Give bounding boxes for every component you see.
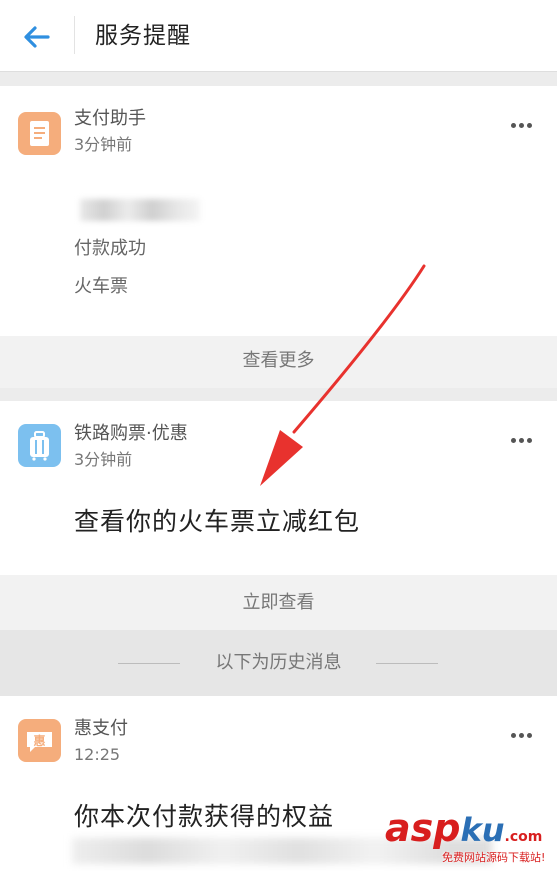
message-time: 12:25 xyxy=(74,745,121,764)
message-time: 3分钟前 xyxy=(74,135,133,154)
svg-text:惠: 惠 xyxy=(33,733,45,748)
page-title: 服务提醒 xyxy=(95,23,191,49)
detail-line: 付款成功 xyxy=(74,238,146,259)
blurred-amount xyxy=(80,199,200,221)
detail-line: 火车票 xyxy=(74,276,128,297)
more-options-icon[interactable] xyxy=(511,438,533,444)
hui-pay-icon: 惠 xyxy=(18,719,61,762)
view-now-button[interactable]: 立即查看 xyxy=(0,575,557,630)
app-name: 惠支付 xyxy=(74,718,128,739)
more-options-icon[interactable] xyxy=(511,733,533,739)
watermark-tagline: 免费网站源码下载站! xyxy=(442,851,546,864)
document-icon xyxy=(18,112,61,155)
message-title: 你本次付款获得的权益 xyxy=(74,802,335,831)
history-divider: 以下为历史消息 xyxy=(0,630,557,696)
more-options-icon[interactable] xyxy=(511,123,533,129)
luggage-icon xyxy=(18,424,61,467)
app-name: 支付助手 xyxy=(74,108,146,129)
divider-line xyxy=(376,663,438,664)
message-card-payment-assistant[interactable]: 支付助手 3分钟前 付款成功 火车票 查看更多 xyxy=(0,86,557,388)
top-bar: 服务提醒 xyxy=(0,0,557,72)
view-more-button[interactable]: 查看更多 xyxy=(0,336,557,388)
message-title: 查看你的火车票立减红包 xyxy=(74,507,361,536)
message-time: 3分钟前 xyxy=(74,450,133,469)
history-label: 以下为历史消息 xyxy=(215,652,342,673)
aspku-watermark-logo: aspku.com 免费网站源码下载站! xyxy=(385,808,557,871)
message-card-railway[interactable]: 铁路购票·优惠 3分钟前 查看你的火车票立减红包 立即查看 xyxy=(0,401,557,630)
header-divider xyxy=(74,16,75,54)
app-name: 铁路购票·优惠 xyxy=(74,423,188,444)
back-arrow-icon[interactable] xyxy=(20,20,54,54)
watermark-brand: aspku.com xyxy=(385,806,543,850)
